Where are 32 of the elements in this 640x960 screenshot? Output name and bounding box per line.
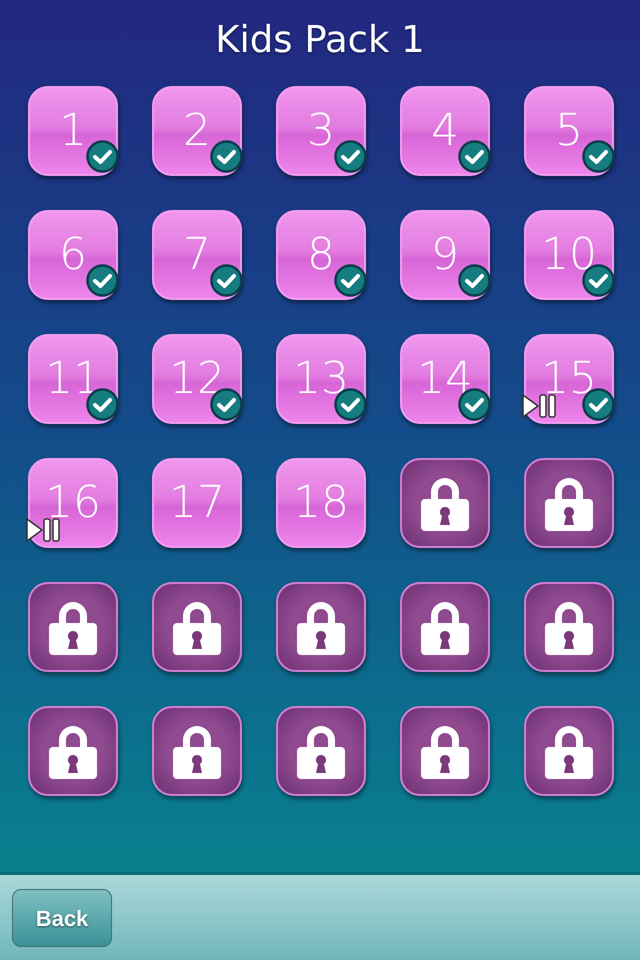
level-tile[interactable]: 3 [276, 86, 366, 176]
level-tile[interactable]: 6 [28, 210, 118, 300]
level-tile[interactable]: 1 [28, 86, 118, 176]
locked-level-tile[interactable] [524, 458, 614, 548]
level-tile[interactable]: 5 [524, 86, 614, 176]
locked-level-tile[interactable] [152, 706, 242, 796]
level-tile[interactable]: 14 [400, 334, 490, 424]
level-tile[interactable]: 11 [28, 334, 118, 424]
level-tile[interactable]: 17 [152, 458, 242, 548]
level-tile[interactable]: 16 [28, 458, 118, 548]
locked-level-tile[interactable] [152, 582, 242, 672]
locked-level-tile[interactable] [276, 706, 366, 796]
locked-level-tile[interactable] [400, 458, 490, 548]
level-tile[interactable]: 10 [524, 210, 614, 300]
locked-level-tile[interactable] [28, 582, 118, 672]
screen-title: Kids Pack 1 [214, 17, 426, 63]
locked-level-tile[interactable] [524, 582, 614, 672]
level-tile[interactable]: 7 [152, 210, 242, 300]
locked-level-tile[interactable] [400, 706, 490, 796]
locked-level-tile[interactable] [400, 582, 490, 672]
level-tile[interactable]: 12 [152, 334, 242, 424]
locked-level-tile[interactable] [524, 706, 614, 796]
level-tile[interactable]: 8 [276, 210, 366, 300]
locked-level-tile[interactable] [276, 582, 366, 672]
level-tile[interactable]: 9 [400, 210, 490, 300]
level-tile[interactable]: 2 [152, 86, 242, 176]
level-tile[interactable]: 18 [276, 458, 366, 548]
level-tile[interactable]: 13 [276, 334, 366, 424]
level-tile[interactable]: 4 [400, 86, 490, 176]
locked-level-tile[interactable] [28, 706, 118, 796]
level-tile[interactable]: 15 [524, 334, 614, 424]
back-button[interactable]: Back [12, 889, 112, 947]
